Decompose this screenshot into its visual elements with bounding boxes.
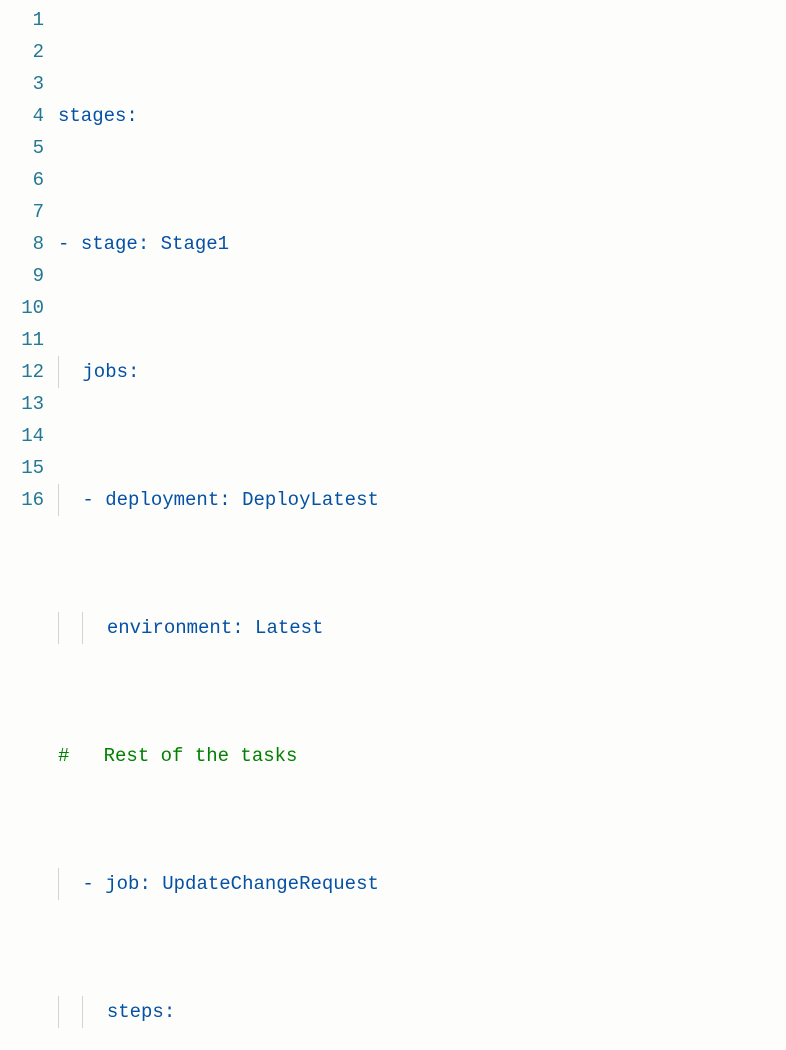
colon: : xyxy=(138,228,149,260)
space xyxy=(94,484,105,516)
code-line: steps: xyxy=(58,996,786,1028)
line-number: 4 xyxy=(0,100,44,132)
indent-guide xyxy=(58,356,71,388)
space xyxy=(151,868,162,900)
line-number: 8 xyxy=(0,228,44,260)
colon: : xyxy=(219,484,230,516)
line-number: 13 xyxy=(0,388,44,420)
colon: : xyxy=(126,100,137,132)
yaml-value: Latest xyxy=(255,612,323,644)
space xyxy=(71,612,82,644)
list-dash: - xyxy=(82,484,93,516)
indent-guide xyxy=(58,996,71,1028)
indent-guide xyxy=(58,612,71,644)
yaml-key: deployment xyxy=(105,484,219,516)
code-line: jobs: xyxy=(58,356,786,388)
space xyxy=(244,612,255,644)
line-number: 11 xyxy=(0,324,44,356)
yaml-value: DeployLatest xyxy=(242,484,379,516)
list-dash: - xyxy=(82,868,93,900)
list-dash: - xyxy=(58,228,69,260)
yaml-value: Stage1 xyxy=(161,228,229,260)
yaml-key: stages xyxy=(58,100,126,132)
space xyxy=(94,868,105,900)
code-line: - job: UpdateChangeRequest xyxy=(58,868,786,900)
line-number: 7 xyxy=(0,196,44,228)
code-line: # Rest of the tasks xyxy=(58,740,786,772)
line-number: 9 xyxy=(0,260,44,292)
indent-guide xyxy=(58,484,71,516)
line-number: 1 xyxy=(0,4,44,36)
code-line: - deployment: DeployLatest xyxy=(58,484,786,516)
space xyxy=(71,356,82,388)
yaml-key: environment xyxy=(107,612,232,644)
yaml-key: stage xyxy=(81,228,138,260)
code-line: stages: xyxy=(58,100,786,132)
space xyxy=(149,228,160,260)
yaml-key: steps xyxy=(107,996,164,1028)
space xyxy=(69,228,80,260)
line-number: 2 xyxy=(0,36,44,68)
yaml-key: job xyxy=(105,868,139,900)
line-number: 3 xyxy=(0,68,44,100)
line-number: 10 xyxy=(0,292,44,324)
colon: : xyxy=(128,356,139,388)
line-number: 6 xyxy=(0,164,44,196)
indent-guide xyxy=(82,996,95,1028)
space xyxy=(71,996,82,1028)
line-number: 14 xyxy=(0,420,44,452)
space xyxy=(71,484,82,516)
colon: : xyxy=(164,996,175,1028)
yaml-value: UpdateChangeRequest xyxy=(162,868,379,900)
colon: : xyxy=(232,612,243,644)
yaml-key: jobs xyxy=(82,356,128,388)
space xyxy=(231,484,242,516)
colon: : xyxy=(139,868,150,900)
line-number: 12 xyxy=(0,356,44,388)
line-number: 15 xyxy=(0,452,44,484)
line-number: 16 xyxy=(0,484,44,516)
code-line: environment: Latest xyxy=(58,612,786,644)
code-line: - stage: Stage1 xyxy=(58,228,786,260)
indent-guide xyxy=(82,612,95,644)
space xyxy=(95,996,106,1028)
code-editor: 1 2 3 4 5 6 7 8 9 10 11 12 13 14 15 16 s… xyxy=(0,0,786,1050)
line-number: 5 xyxy=(0,132,44,164)
code-area[interactable]: stages: - stage: Stage1 jobs: - deployme… xyxy=(58,4,786,1050)
yaml-comment: # Rest of the tasks xyxy=(58,740,297,772)
indent-guide xyxy=(58,868,71,900)
space xyxy=(71,868,82,900)
space xyxy=(95,612,106,644)
line-number-gutter: 1 2 3 4 5 6 7 8 9 10 11 12 13 14 15 16 xyxy=(0,4,58,1050)
